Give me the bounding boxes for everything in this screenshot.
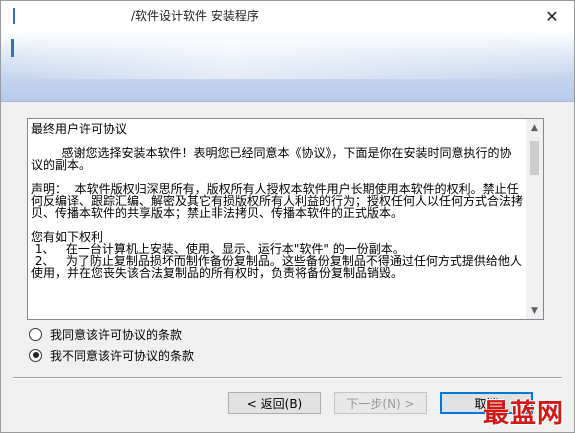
disagree-option[interactable]: 我不同意该许可协议的条款 xyxy=(29,346,194,364)
disagree-label: 我不同意该许可协议的条款 xyxy=(50,348,195,363)
close-button[interactable]: ✕ xyxy=(530,1,574,31)
footer-divider xyxy=(13,377,562,379)
license-paragraph: 声明： 本软件版权归深思所有，版权所有人授权本软件用户长期使用本软件的权利。禁止… xyxy=(31,182,523,220)
scroll-down-icon[interactable]: ▼ xyxy=(526,302,543,319)
header-banner xyxy=(1,31,574,102)
license-paragraph: 感谢您选择安装本软件！表明您已经同意本《协议》，下面是你在安装时同意执行的协议的… xyxy=(31,146,512,172)
banner-sheen xyxy=(1,39,574,79)
license-heading: 最终用户许可协议 xyxy=(31,123,128,136)
license-text-area[interactable]: 最终用户许可协议 感谢您选择安装本软件！表明您已经同意本《协议》，下面是你在安装… xyxy=(27,118,544,320)
app-icon xyxy=(13,8,15,24)
agree-option[interactable]: 我同意该许可协议的条款 xyxy=(29,325,182,343)
window-title: /软件设计软件 安装程序 xyxy=(131,9,259,23)
banner-accent xyxy=(11,39,14,57)
title-bar: /软件设计软件 安装程序 ✕ xyxy=(1,1,574,31)
site-watermark: 最蓝网 xyxy=(483,399,565,429)
disagree-radio[interactable] xyxy=(29,348,42,362)
close-icon: ✕ xyxy=(545,6,559,26)
scroll-up-icon[interactable]: ▲ xyxy=(526,119,543,136)
license-text: 最终用户许可协议 感谢您选择安装本软件！表明您已经同意本《协议》，下面是你在安装… xyxy=(31,123,523,315)
scroll-thumb[interactable] xyxy=(530,141,539,175)
agree-label: 我同意该许可协议的条款 xyxy=(50,327,183,342)
agree-radio[interactable] xyxy=(29,327,42,341)
license-paragraph: 您有如下权利 1、 在一台计算机上安装、使用、显示、运行本"软件" 的一份副本。… xyxy=(31,230,522,280)
next-button[interactable]: 下一步(N) > xyxy=(334,392,427,414)
back-button[interactable]: < 返回(B) xyxy=(228,392,321,414)
vertical-scrollbar[interactable]: ▲ ▼ xyxy=(526,119,543,319)
installer-window: /软件设计软件 安装程序 ✕ 最终用户许可协议 感谢您选择安装本软件！表明您已经… xyxy=(0,0,575,433)
